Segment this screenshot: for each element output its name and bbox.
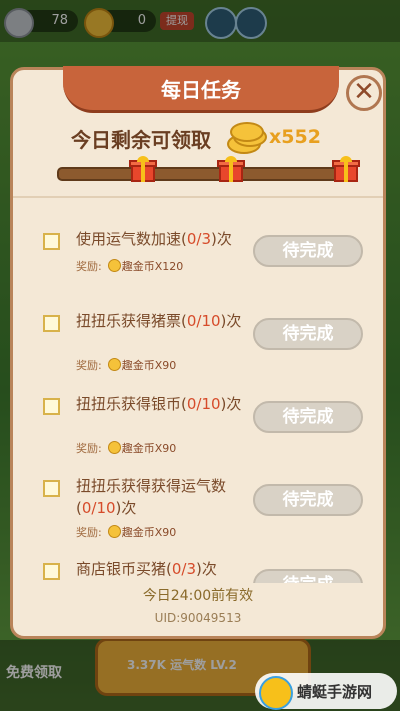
progress-bar [57, 167, 351, 181]
watermark-text: 蜻蜓手游网 [297, 683, 373, 701]
task-progress: 0/3 [171, 560, 196, 578]
title-ribbon: 每日任务 [63, 66, 339, 113]
remaining-label: 今日剩余可领取 [71, 128, 211, 152]
task-title: 扭扭乐获得获得运气数(0/10)次 [76, 477, 227, 517]
gift-box-icon[interactable] [129, 156, 157, 184]
coin-icon [107, 259, 121, 272]
task-title: 使用运气数加速(0/3)次 [76, 230, 232, 248]
dialog-title: 每日任务 [161, 78, 241, 102]
gold-coins-icon [227, 122, 267, 154]
close-icon: ✕ [353, 77, 375, 107]
task-title: 商店银币买猪(0/3)次 [76, 560, 217, 578]
gift-box-icon[interactable] [332, 156, 360, 184]
uid-text: UID:90049513 [154, 611, 242, 625]
task-progress: 0/3 [186, 230, 211, 248]
task-pending-button[interactable]: 待完成 [253, 401, 363, 433]
task-item: 扭扭乐获得猪票(0/10)次 奖励: 趣金币X90 待完成 [13, 287, 383, 372]
remaining-count: x552 [269, 126, 321, 148]
watermark: 蜻蜓手游网 [255, 673, 397, 710]
task-title: 扭扭乐获得银币(0/10)次 [76, 395, 242, 413]
task-progress: 0/10 [81, 499, 116, 517]
task-checkbox[interactable] [43, 398, 60, 415]
expire-text: 今日24:00前有效 [142, 588, 254, 604]
task-pending-button[interactable]: 待完成 [253, 318, 363, 350]
task-item: 商店银币买猪(0/3)次 待完成 [13, 535, 383, 583]
task-checkbox[interactable] [43, 315, 60, 332]
task-pending-button[interactable]: 待完成 [253, 235, 363, 267]
task-pending-button[interactable]: 待完成 [253, 569, 363, 583]
gift-box-icon[interactable] [217, 156, 245, 184]
task-reward: 奖励: 趣金币X120 [76, 259, 184, 273]
task-checkbox[interactable] [43, 563, 60, 580]
divider [13, 196, 383, 198]
task-item: 扭扭乐获得银币(0/10)次 奖励: 趣金币X90 待完成 [13, 370, 383, 455]
task-progress: 0/10 [186, 395, 221, 413]
daily-task-dialog: 每日任务 ✕ 今日剩余可领取 x552 使用运气数加速(0/3)次 奖励: 趣金币… [10, 66, 386, 639]
task-pending-button[interactable]: 待完成 [253, 484, 363, 516]
task-item: 使用运气数加速(0/3)次 奖励: 趣金币X120 待完成 [13, 205, 383, 289]
task-checkbox[interactable] [43, 233, 60, 250]
task-item: 扭扭乐获得获得运气数(0/10)次 奖励: 趣金币X90 待完成 [13, 452, 383, 539]
dragonfly-logo-icon [259, 676, 293, 710]
task-list[interactable]: 使用运气数加速(0/3)次 奖励: 趣金币X120 待完成 扭扭乐获得猪票(0/1… [13, 205, 383, 583]
close-button[interactable]: ✕ [346, 75, 382, 111]
task-checkbox[interactable] [43, 480, 60, 497]
task-progress: 0/10 [186, 312, 221, 330]
task-title: 扭扭乐获得猪票(0/10)次 [76, 312, 242, 330]
